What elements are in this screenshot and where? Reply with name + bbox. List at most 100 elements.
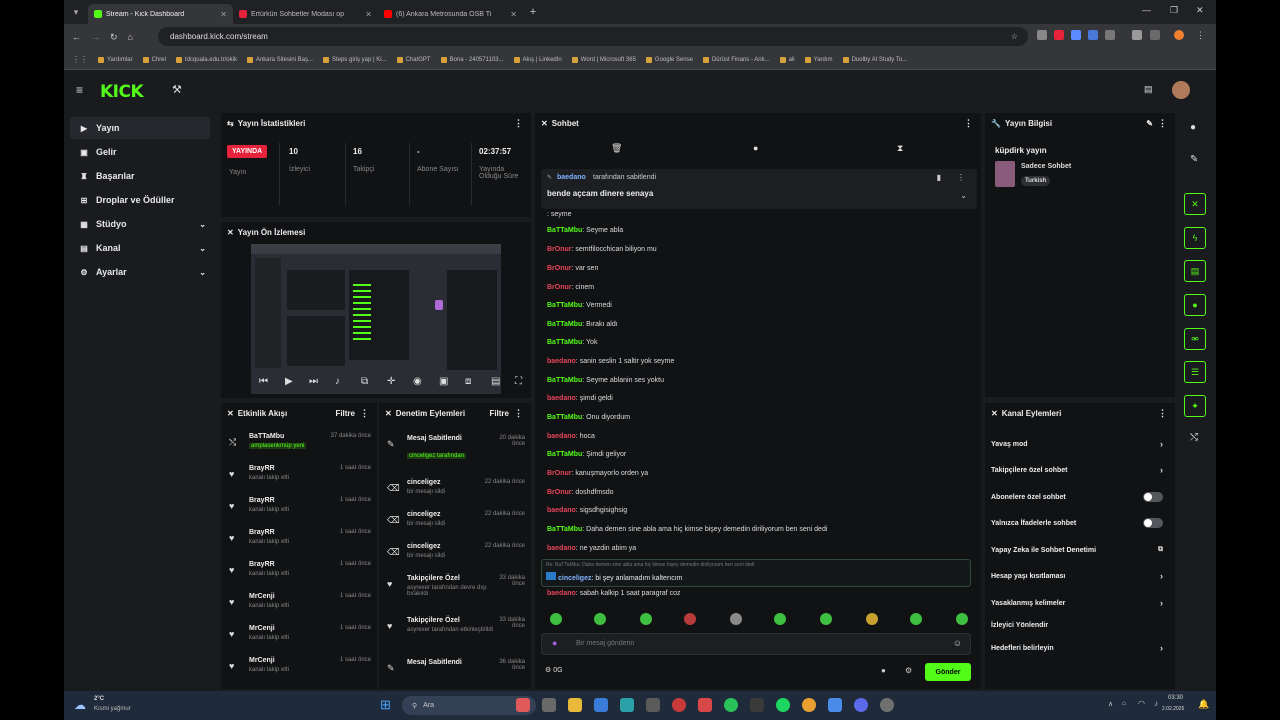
chat-message[interactable]: baedano: sigsdhgisighsig xyxy=(547,507,627,514)
weather-temp[interactable]: 2°C xyxy=(94,696,104,702)
document-icon[interactable]: ▤ xyxy=(1184,260,1206,282)
bookmark-item[interactable]: Google Sense xyxy=(645,56,693,63)
filter-button[interactable]: Filtre xyxy=(489,409,509,418)
file-explorer-icon[interactable] xyxy=(568,698,582,712)
collapse-icon[interactable]: ✕ xyxy=(385,409,392,418)
clock-date[interactable]: 2.02.2025 xyxy=(1162,706,1184,712)
moderation-item[interactable]: ⌫ cinceligez bir mesajı sildi 22 dakika önc… xyxy=(383,541,529,571)
extensions-puzzle-icon[interactable] xyxy=(1105,30,1115,40)
chat-message[interactable]: BaTTaMbu: Daha demen sine abla ama hiç k… xyxy=(547,526,827,533)
more-options-icon[interactable]: ⋮ xyxy=(1158,118,1167,129)
chat-message[interactable]: BrOnur: kanuşmayorlo orden ya xyxy=(547,470,648,477)
edge-icon[interactable] xyxy=(620,698,634,712)
activity-item[interactable]: ♥ BrayRR kanalı takip etti 1 saat önce xyxy=(225,495,375,525)
more-options-icon[interactable]: ⋮ xyxy=(964,118,973,129)
chat-bubble-icon[interactable]: ● xyxy=(753,143,758,153)
bookmark-item[interactable]: Chrel xyxy=(142,56,166,63)
bookmark-item[interactable]: Duolby AI Study To... xyxy=(842,56,907,63)
channel-action-account-age[interactable]: Hesap yaşı kısıtlaması › xyxy=(991,566,1171,586)
stream-preview-video[interactable] xyxy=(251,244,501,394)
extension-icon[interactable] xyxy=(1071,30,1081,40)
mic-icon[interactable]: ● xyxy=(552,638,557,648)
bookmark-item[interactable]: Yardımlar xyxy=(98,56,133,63)
record-icon[interactable]: ◉ xyxy=(413,376,422,387)
bookmark-item[interactable]: Yardım xyxy=(804,56,833,63)
nav-item-ayarlar[interactable]: ⚙ Ayarlar ⌄ xyxy=(70,261,210,283)
volume-icon[interactable]: ♪ xyxy=(1154,699,1158,708)
whatsapp-icon[interactable] xyxy=(724,698,738,712)
weather-icon[interactable]: ☁ xyxy=(74,698,86,712)
forward-icon[interactable]: ⏭ xyxy=(309,376,318,387)
bookmark-item[interactable]: Akış | LinkedIn xyxy=(513,56,562,63)
screenshot-icon[interactable]: ▣ xyxy=(439,376,448,387)
collapse-icon[interactable]: ✕ xyxy=(227,228,234,237)
side-panel-icon[interactable] xyxy=(1150,30,1160,40)
hammer-icon[interactable]: ⚒ xyxy=(172,83,182,96)
category-name[interactable]: Sadece Sohbet xyxy=(1021,163,1071,170)
more-options-icon[interactable]: ⋮ xyxy=(360,408,369,419)
emote-icon[interactable] xyxy=(774,613,786,625)
weather-text[interactable]: Kısmi yağmur xyxy=(94,706,131,712)
channel-action-followers-only[interactable]: Takipçilere özel sohbet › xyxy=(991,460,1171,480)
browser-tab-ertürk[interactable]: Ertürkün Sohbetler Modası op ✕ xyxy=(233,4,378,24)
chat-message[interactable]: BrOnur: var sen xyxy=(547,265,598,272)
nav-item-kanal[interactable]: ▤ Kanal ⌄ xyxy=(70,237,210,259)
chat-message[interactable]: baedano: sabah kalkip 1 saat paragraf co… xyxy=(547,590,680,597)
moderation-item[interactable]: ♥ Takipçilere Özel asyrexer tarafından dev… xyxy=(383,573,529,611)
activity-item[interactable]: ⤭ BaTTaMbu amplasenkmüp yeni 37 dakika önce xyxy=(225,431,375,461)
channel-action-slow-mode[interactable]: Yavaş mod › xyxy=(991,434,1171,454)
bookmark-item[interactable]: Steps giriş yap | Ki... xyxy=(322,56,387,63)
volume-icon[interactable]: ♪ xyxy=(335,376,340,387)
nav-item-droplar[interactable]: ⊞ Droplar ve Ödüller xyxy=(70,189,210,211)
downloads-icon[interactable] xyxy=(1132,30,1142,40)
reload-icon[interactable]: ↻ xyxy=(110,32,118,43)
chat-message[interactable]: BaTTaMbu: Vermedi xyxy=(547,302,612,309)
obs-icon[interactable] xyxy=(880,698,894,712)
bookmark-item[interactable]: Bona - 240571103... xyxy=(440,56,504,63)
edit-icon[interactable]: ✎ xyxy=(1146,119,1153,128)
channel-action-subscribers-only[interactable]: Abonelere özel sohbet xyxy=(991,487,1171,507)
brave-icon[interactable] xyxy=(698,698,712,712)
terminal-icon[interactable] xyxy=(750,698,764,712)
moderation-item[interactable]: ⌫ cinceligez bir mesajı sildi 22 dakika önc… xyxy=(383,477,529,507)
emote-icon[interactable] xyxy=(956,613,968,625)
windows-start-icon[interactable]: ⊞ xyxy=(380,697,391,713)
browser-menu-icon[interactable]: ⋮ xyxy=(1196,30,1205,41)
avatar[interactable] xyxy=(1172,81,1190,99)
emote-icon[interactable] xyxy=(910,613,922,625)
browser-tab-youtube[interactable]: (6) Ankara Metrosunda OSB Ti ✕ xyxy=(378,4,523,24)
gear-icon[interactable]: ⚙ xyxy=(905,666,912,675)
rewind-icon[interactable]: ⏮ xyxy=(259,376,268,387)
emote-icon[interactable] xyxy=(866,613,878,625)
chat-message[interactable]: BrOnur: cinem xyxy=(547,284,594,291)
wrench-icon[interactable]: ✦ xyxy=(1184,395,1206,417)
close-window-icon[interactable]: ✕ xyxy=(1196,5,1204,16)
stack-icon[interactable]: ☰ xyxy=(1184,361,1206,383)
emotes-only-toggle[interactable] xyxy=(1143,518,1163,528)
bookmark-item[interactable]: ChatGPT xyxy=(396,56,431,63)
add-widget-icon[interactable]: ⤭ xyxy=(1190,432,1198,443)
moderation-item[interactable]: ⌫ cinceligez bir mesajı sildi 22 dakika önc… xyxy=(383,509,529,539)
send-button[interactable]: Gönder xyxy=(925,663,971,681)
pip-icon[interactable]: ⧈ xyxy=(465,376,471,387)
moderation-item[interactable]: ♥ Takipçilere Özel asyrexer tarafından etk… xyxy=(383,615,529,653)
collapse-icon[interactable]: ✕ xyxy=(991,409,998,418)
bookmark-item[interactable]: tdcquala.edu.tr/okik xyxy=(175,56,237,63)
activity-item[interactable]: ♥ MrCenji kanalı takip etti 1 saat önce xyxy=(225,591,375,621)
hourglass-icon[interactable]: ⧗ xyxy=(897,143,903,154)
tag-badge[interactable]: Turkish xyxy=(1021,176,1051,186)
channel-action-ai-moderation[interactable]: Yapay Zeka ile Sohbet Denetimi ⧉ xyxy=(991,540,1171,560)
chat-message[interactable]: BaTTaMbu: Yok xyxy=(547,339,597,346)
taskbar-app-icon[interactable] xyxy=(646,698,660,712)
close-tab-icon[interactable]: ✕ xyxy=(365,10,372,19)
clock-time[interactable]: 03:30 xyxy=(1168,695,1183,701)
taskbar-app-icon[interactable] xyxy=(828,698,842,712)
close-tab-icon[interactable]: ✕ xyxy=(220,10,227,19)
chat-message[interactable]: baedano: sanin seslin 1 saltir yok seyme xyxy=(547,358,674,365)
emote-icon[interactable] xyxy=(820,613,832,625)
chat-settings-icon[interactable]: ● xyxy=(881,666,886,675)
move-icon[interactable]: ✛ xyxy=(387,376,395,387)
points-indicator[interactable]: ⚙ 0G xyxy=(545,666,563,674)
pinned-message[interactable]: ✎ baedano tarafından sabitlendi bende aç… xyxy=(541,169,977,209)
info-icon[interactable]: ● xyxy=(1190,122,1196,133)
